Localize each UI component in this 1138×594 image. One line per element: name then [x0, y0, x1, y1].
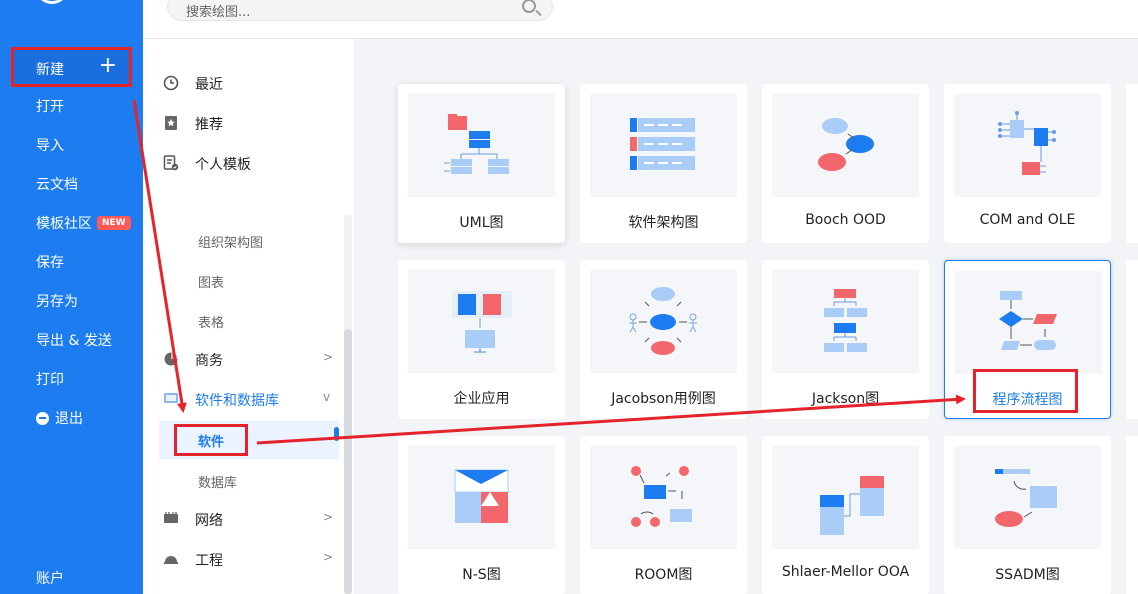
template-card-software-architecture[interactable]: 软件架构图 [580, 84, 747, 243]
subcategory-software[interactable]: 软件 [198, 431, 224, 450]
clock-icon [163, 75, 179, 91]
template-card-booch-ood[interactable]: Booch OOD [762, 84, 929, 243]
ssadm-diagram-icon [954, 446, 1101, 549]
chevron-down-icon: v [323, 390, 331, 404]
template-icon [163, 155, 179, 171]
category-label: 推荐 [195, 117, 223, 133]
template-caption: 企业应用 [453, 391, 510, 407]
template-card-jacobson-use-case[interactable]: Jacobson用例图 [580, 260, 747, 419]
sidebar-item-save[interactable]: 保存 [36, 253, 64, 273]
category-label: 商务 [195, 353, 223, 369]
business-icon [164, 352, 178, 366]
template-caption: Jacobson用例图 [611, 391, 716, 407]
exit-icon [36, 412, 49, 425]
subcategory-database[interactable]: 数据库 [198, 472, 237, 491]
sidebar-item-account[interactable]: 账户 [36, 569, 64, 589]
booch-diagram-icon [772, 94, 919, 197]
subcategory-org-chart[interactable]: 组织架构图 [198, 232, 263, 251]
template-caption: ROOM图 [634, 567, 693, 583]
category-software-database[interactable]: 软件和数据库 v [143, 381, 343, 417]
main-sidebar: 新建 + 打开 导入 云文档 模板社区 NEW 保存 另存为 导出 & 发送 打… [0, 0, 143, 594]
category-label: 最近 [195, 77, 223, 93]
software-icon [164, 393, 178, 403]
use-case-diagram-icon [590, 270, 737, 373]
enterprise-app-icon [408, 270, 555, 373]
category-business[interactable]: 商务 > [143, 341, 343, 377]
jackson-diagram-icon [772, 270, 919, 373]
room-diagram-icon [590, 446, 737, 549]
template-card-partial[interactable] [1126, 84, 1138, 243]
category-label: 网络 [195, 513, 223, 529]
new-badge: NEW [97, 216, 131, 230]
template-card-ssadm[interactable]: SSADM图 [944, 436, 1111, 594]
template-card-partial[interactable] [1126, 260, 1138, 419]
app-logo-icon [38, 0, 66, 4]
template-caption: Shlaer-Mellor OOA [781, 564, 910, 580]
category-label: 工程 [195, 553, 223, 569]
new-label: 新建 [36, 62, 64, 78]
template-card-room[interactable]: ROOM图 [580, 436, 747, 594]
template-caption: UML图 [459, 215, 504, 231]
template-card-jackson[interactable]: Jackson图 [762, 260, 929, 419]
category-network[interactable]: 网络 > [143, 501, 343, 537]
new-button[interactable]: 新建 + [11, 47, 132, 87]
chevron-right-icon: > [323, 510, 334, 524]
template-caption: COM and OLE [979, 212, 1076, 228]
category-recommended[interactable]: 推荐 [143, 105, 343, 141]
plus-icon: + [98, 53, 117, 78]
template-card-shlaer-mellor[interactable]: Shlaer-Mellor OOA [762, 436, 929, 594]
category-label: 软件和数据库 [195, 393, 279, 409]
subcategory-charts[interactable]: 图表 [198, 272, 224, 291]
category-personal-templates[interactable]: 个人模板 [143, 145, 343, 181]
network-icon [164, 512, 178, 523]
chevron-right-icon: > [323, 550, 334, 564]
template-card-partial[interactable] [1126, 436, 1138, 594]
shlaer-mellor-diagram-icon [772, 446, 919, 549]
template-card-enterprise-app[interactable]: 企业应用 [398, 260, 565, 419]
active-indicator [334, 427, 339, 441]
template-card-uml[interactable]: UML图 [398, 84, 565, 243]
search-box[interactable]: 搜索绘图... [167, 0, 553, 21]
search-placeholder: 搜索绘图... [186, 5, 251, 20]
star-icon [165, 116, 177, 130]
flowchart-diagram-icon [955, 271, 1102, 374]
sidebar-item-save-as[interactable]: 另存为 [36, 292, 78, 312]
search-icon[interactable] [522, 0, 536, 13]
uml-diagram-icon [408, 94, 555, 197]
scrollbar-thumb[interactable] [344, 329, 352, 594]
architecture-diagram-icon [590, 94, 737, 197]
ns-diagram-icon [408, 446, 555, 549]
category-recent[interactable]: 最近 [143, 65, 343, 101]
sidebar-item-print[interactable]: 打印 [36, 370, 64, 390]
sidebar-item-open[interactable]: 打开 [36, 97, 64, 117]
template-card-ns[interactable]: N-S图 [398, 436, 565, 594]
helmet-icon [164, 556, 178, 564]
template-caption: Booch OOD [805, 212, 886, 228]
annotation-box-flowchart [973, 369, 1078, 413]
template-caption: Jackson图 [811, 391, 880, 407]
top-bar: 搜索绘图... [143, 0, 1138, 39]
category-label: 个人模板 [195, 157, 251, 173]
template-caption: 软件架构图 [628, 215, 699, 231]
sidebar-item-exit[interactable]: 退出 [55, 409, 83, 429]
sidebar-item-import[interactable]: 导入 [36, 136, 64, 156]
com-ole-diagram-icon [954, 94, 1101, 197]
sidebar-item-template-community[interactable]: 模板社区 [36, 214, 92, 234]
chevron-right-icon: > [323, 350, 334, 364]
sidebar-item-export-send[interactable]: 导出 & 发送 [36, 331, 112, 351]
subcategory-tables[interactable]: 表格 [198, 312, 224, 331]
template-caption: N-S图 [462, 567, 501, 583]
sidebar-item-cloud-docs[interactable]: 云文档 [36, 175, 78, 195]
category-engineering[interactable]: 工程 > [143, 541, 343, 577]
template-card-com-ole[interactable]: COM and OLE [944, 84, 1111, 243]
template-caption: SSADM图 [995, 567, 1060, 583]
